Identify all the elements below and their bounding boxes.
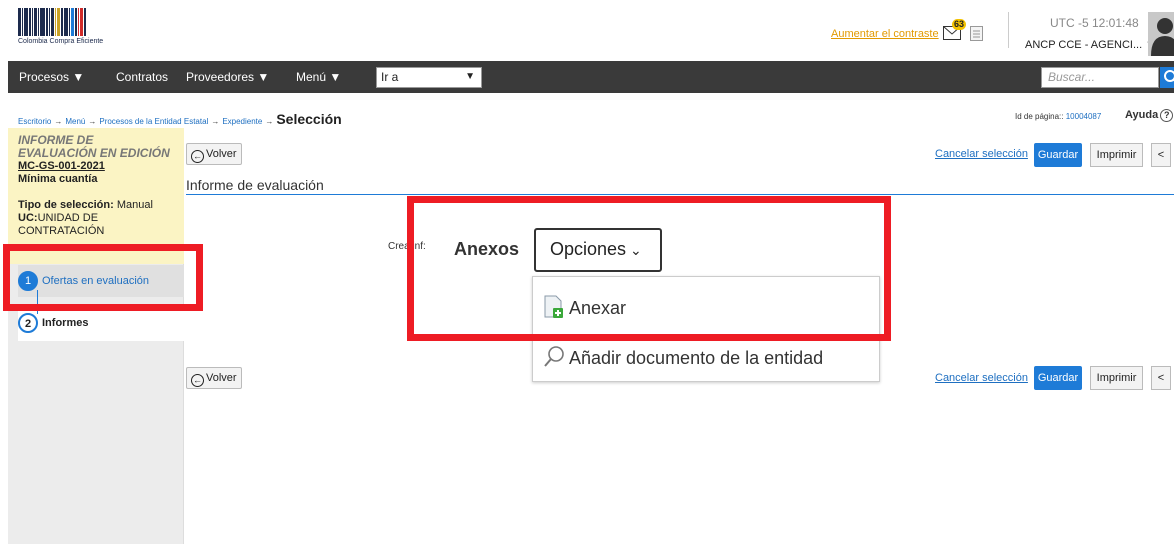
breadcrumb-expediente[interactable]: Expediente (222, 117, 262, 126)
arrow-left-circle-icon: ← (191, 150, 204, 163)
save-button-bottom[interactable]: Guardar (1034, 366, 1082, 390)
page-title: Selección (276, 111, 342, 127)
step-informes[interactable]: 2 Informes (18, 313, 88, 333)
breadcrumb-procesos[interactable]: Procesos de la Entidad Estatal (99, 117, 208, 126)
main-navbar: Procesos ▼ Contratos Proveedores ▼ Menú … (8, 61, 1174, 93)
print-button-top[interactable]: Imprimir (1090, 143, 1143, 167)
increase-contrast-link[interactable]: Aumentar el contraste (831, 28, 939, 40)
back-button-bottom[interactable]: ← Volver (186, 367, 242, 389)
left-panel: INFORME DE EVALUACIÓN EN EDICIÓN MC-GS-0… (8, 128, 184, 544)
nav-contratos[interactable]: Contratos (116, 70, 168, 84)
magnifier-icon (544, 346, 564, 367)
report-status: INFORME DE EVALUACIÓN EN EDICIÓN (18, 133, 170, 160)
section-title: Informe de evaluación (186, 177, 324, 193)
mail-count-badge: 63 (952, 19, 967, 30)
highlight-box-left (3, 244, 203, 311)
arrow-left-circle-icon: ← (191, 374, 204, 387)
logo-barcode (18, 8, 130, 36)
goto-value: Ir a (381, 70, 399, 84)
breadcrumb-escritorio[interactable]: Escritorio (18, 117, 51, 126)
cancel-selection-link-bottom[interactable]: Cancelar selección (935, 372, 1028, 384)
nav-menu[interactable]: Menú ▼ (296, 70, 341, 84)
step-label: Informes (42, 316, 89, 329)
goto-select[interactable]: Ir a ▼ (376, 67, 482, 88)
search-icon (1164, 70, 1174, 82)
colombia-compra-logo[interactable]: Colombia Compra Eficiente (18, 8, 130, 50)
question-icon: ? (1160, 109, 1174, 122)
highlight-box-anexos (407, 196, 891, 341)
help-link[interactable]: Ayuda? (1125, 109, 1174, 122)
avatar[interactable] (1148, 12, 1174, 56)
page-id-label: Id de página:: (1015, 112, 1066, 121)
search-input[interactable]: Buscar... (1041, 67, 1159, 88)
save-button-top[interactable]: Guardar (1034, 143, 1082, 167)
clock: UTC -5 12:01:48 (1050, 16, 1139, 30)
account-menu[interactable]: ANCP CCE - AGENCI... ▼ (1025, 39, 1156, 51)
caret-down-icon: ▼ (465, 71, 475, 82)
contracting-unit: UC:UNIDAD DE CONTRATACIÓN (18, 212, 105, 237)
nav-procesos[interactable]: Procesos ▼ (19, 70, 84, 84)
breadcrumb: Escritorio → Menú → Procesos de la Entidad E… (18, 111, 342, 127)
collapse-button-bottom[interactable]: < (1151, 366, 1171, 390)
process-code[interactable]: MC-GS-001-2021 (18, 160, 174, 173)
step-number: 2 (18, 313, 38, 333)
back-button-top[interactable]: ← Volver (186, 143, 242, 165)
cancel-selection-link-top[interactable]: Cancelar selección (935, 148, 1028, 160)
selection-type: Tipo de selección: Manual (18, 199, 153, 211)
top-header: Colombia Compra Eficiente Aumentar el co… (8, 0, 1174, 60)
section-divider (186, 194, 1174, 195)
print-button-bottom[interactable]: Imprimir (1090, 366, 1143, 390)
help-label: Ayuda (1125, 109, 1159, 121)
page-id: Id de página:: 10004087 (1015, 112, 1101, 121)
user-silhouette-icon (1151, 18, 1174, 56)
nav-proveedores[interactable]: Proveedores ▼ (186, 70, 269, 84)
logo-text: Colombia Compra Eficiente (18, 38, 104, 45)
document-icon[interactable] (970, 26, 983, 41)
header-divider (1008, 12, 1009, 48)
process-modality: Mínima cuantía (18, 173, 98, 185)
page-id-value[interactable]: 10004087 (1066, 112, 1102, 121)
breadcrumb-menu[interactable]: Menú (65, 117, 85, 126)
collapse-button-top[interactable]: < (1151, 143, 1171, 167)
search-button[interactable] (1160, 67, 1174, 88)
